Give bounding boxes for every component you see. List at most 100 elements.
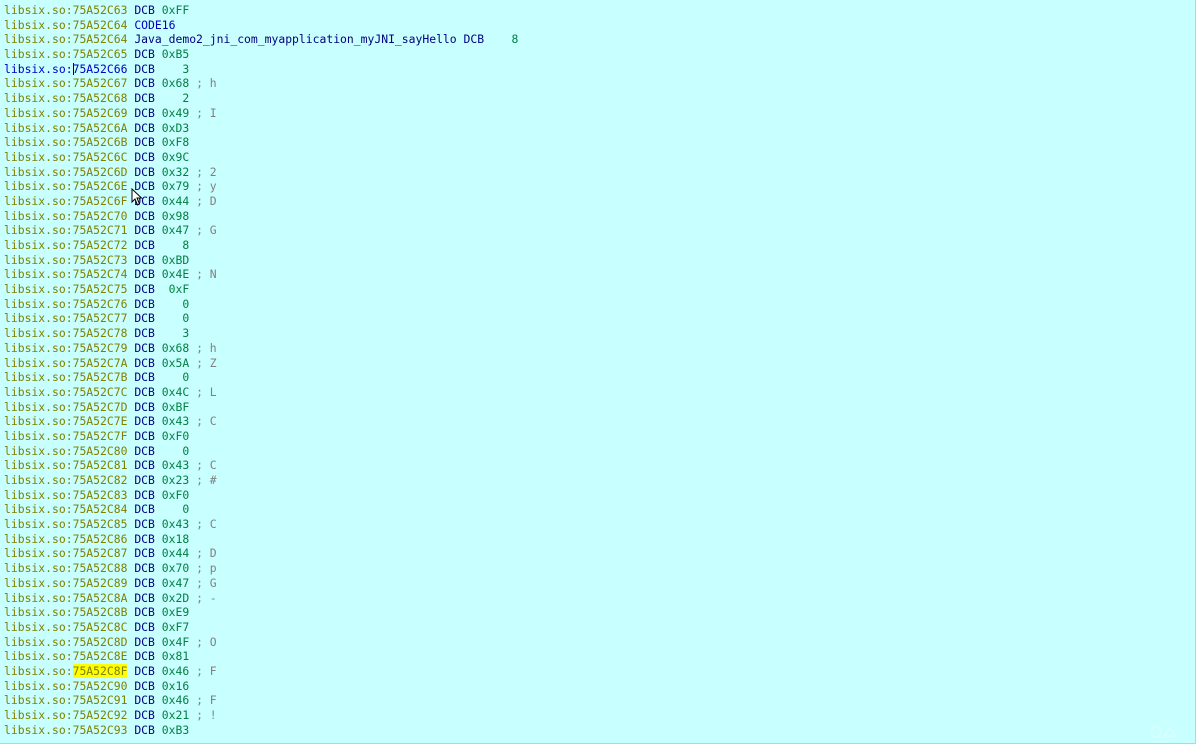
listing-line[interactable]: libsix.so:75A52C93 DCB 0xB3 [0, 723, 1195, 738]
address[interactable]: 75A52C82 [73, 473, 128, 487]
address[interactable]: 75A52C88 [73, 561, 128, 575]
address[interactable]: 75A52C90 [73, 679, 128, 693]
listing-line[interactable]: libsix.so:75A52C76 DCB 0 [0, 297, 1195, 312]
listing-line[interactable]: libsix.so:75A52C72 DCB 8 [0, 238, 1195, 253]
listing-line[interactable]: libsix.so:75A52C8A DCB 0x2D ; - [0, 591, 1195, 606]
address[interactable]: 75A52C6D [73, 165, 128, 179]
listing-line[interactable]: libsix.so:75A52C8C DCB 0xF7 [0, 620, 1195, 635]
listing-line[interactable]: libsix.so:75A52C89 DCB 0x47 ; G [0, 576, 1195, 591]
listing-line[interactable]: libsix.so:75A52C69 DCB 0x49 ; I [0, 106, 1195, 121]
address[interactable]: 75A52C89 [73, 576, 128, 590]
listing-line[interactable]: libsix.so:75A52C7A DCB 0x5A ; Z [0, 356, 1195, 371]
listing-line[interactable]: libsix.so:75A52C7F DCB 0xF0 [0, 429, 1195, 444]
listing-line[interactable]: libsix.so:75A52C91 DCB 0x46 ; F [0, 693, 1195, 708]
listing-line[interactable]: libsix.so:75A52C64 Java_demo2_jni_com_my… [0, 32, 1195, 47]
listing-line[interactable]: libsix.so:75A52C71 DCB 0x47 ; G [0, 223, 1195, 238]
listing-line[interactable]: libsix.so:75A52C64 CODE16 [0, 18, 1195, 33]
listing-line[interactable]: libsix.so:75A52C78 DCB 3 [0, 326, 1195, 341]
listing-line[interactable]: libsix.so:75A52C85 DCB 0x43 ; C [0, 517, 1195, 532]
listing-line[interactable]: libsix.so:75A52C87 DCB 0x44 ; D [0, 546, 1195, 561]
address[interactable]: 75A52C7C [73, 385, 128, 399]
listing-line[interactable]: libsix.so:75A52C6B DCB 0xF8 [0, 135, 1195, 150]
listing-line[interactable]: libsix.so:75A52C65 DCB 0xB5 [0, 47, 1195, 62]
address[interactable]: 75A52C6C [73, 150, 128, 164]
address[interactable]: 75A52C63 [73, 3, 128, 17]
address[interactable]: 75A52C6A [73, 121, 128, 135]
address[interactable]: 75A52C79 [73, 341, 128, 355]
address[interactable]: 75A52C85 [73, 517, 128, 531]
disassembly-listing[interactable]: libsix.so:75A52C63 DCB 0xFF libsix.so:75A… [0, 0, 1196, 744]
address[interactable]: 75A52C76 [73, 297, 128, 311]
listing-line[interactable]: libsix.so:75A52C75 DCB 0xF [0, 282, 1195, 297]
address[interactable]: 75A52C66 [73, 62, 128, 76]
address[interactable]: 75A52C8F [72, 663, 128, 678]
address[interactable]: 75A52C68 [73, 91, 128, 105]
function-label[interactable]: Java_demo2_jni_com_myapplication_myJNI_s… [134, 32, 456, 46]
address[interactable]: 75A52C7A [73, 356, 128, 370]
address[interactable]: 75A52C6B [73, 135, 128, 149]
listing-line[interactable]: libsix.so:75A52C83 DCB 0xF0 [0, 488, 1195, 503]
address[interactable]: 75A52C8C [73, 620, 128, 634]
address[interactable]: 75A52C87 [73, 546, 128, 560]
listing-line[interactable]: libsix.so:75A52C92 DCB 0x21 ; ! [0, 708, 1195, 723]
listing-line[interactable]: libsix.so:75A52C90 DCB 0x16 [0, 679, 1195, 694]
address[interactable]: 75A52C7D [73, 400, 128, 414]
listing-line[interactable]: libsix.so:75A52C7E DCB 0x43 ; C [0, 414, 1195, 429]
listing-line[interactable]: libsix.so:75A52C84 DCB 0 [0, 502, 1195, 517]
address[interactable]: 75A52C7F [73, 429, 128, 443]
listing-line[interactable]: libsix.so:75A52C74 DCB 0x4E ; N [0, 267, 1195, 282]
listing-line[interactable]: libsix.so:75A52C67 DCB 0x68 ; h [0, 76, 1195, 91]
address[interactable]: 75A52C67 [73, 76, 128, 90]
listing-line[interactable]: libsix.so:75A52C7B DCB 0 [0, 370, 1195, 385]
address[interactable]: 75A52C72 [73, 238, 128, 252]
address[interactable]: 75A52C8D [73, 635, 128, 649]
listing-line[interactable]: libsix.so:75A52C86 DCB 0x18 [0, 532, 1195, 547]
address[interactable]: 75A52C7B [73, 370, 128, 384]
listing-line[interactable]: libsix.so:75A52C68 DCB 2 [0, 91, 1195, 106]
address[interactable]: 75A52C77 [73, 311, 128, 325]
address[interactable]: 75A52C78 [73, 326, 128, 340]
address[interactable]: 75A52C70 [73, 209, 128, 223]
listing-line[interactable]: libsix.so:75A52C8F DCB 0x46 ; F [0, 663, 1195, 679]
address[interactable]: 75A52C75 [73, 282, 128, 296]
listing-line[interactable]: libsix.so:75A52C77 DCB 0 [0, 311, 1195, 326]
listing-line[interactable]: libsix.so:75A52C8E DCB 0x81 [0, 649, 1195, 664]
address[interactable]: 75A52C8B [73, 605, 128, 619]
listing-line[interactable]: libsix.so:75A52C8B DCB 0xE9 [0, 605, 1195, 620]
listing-line[interactable]: libsix.so:75A52C7C DCB 0x4C ; L [0, 385, 1195, 400]
address[interactable]: 75A52C92 [73, 708, 128, 722]
address[interactable]: 75A52C91 [73, 693, 128, 707]
address[interactable]: 75A52C71 [73, 223, 128, 237]
address[interactable]: 75A52C73 [73, 253, 128, 267]
listing-line[interactable]: libsix.so:75A52C8D DCB 0x4F ; O [0, 635, 1195, 650]
address[interactable]: 75A52C81 [73, 458, 128, 472]
listing-line[interactable]: libsix.so:75A52C7D DCB 0xBF [0, 400, 1195, 415]
listing-line[interactable]: libsix.so:75A52C82 DCB 0x23 ; # [0, 473, 1195, 488]
listing-line[interactable]: libsix.so:75A52C66 DCB 3 [0, 62, 1195, 77]
listing-line[interactable]: libsix.so:75A52C6C DCB 0x9C [0, 150, 1195, 165]
listing-line[interactable]: libsix.so:75A52C80 DCB 0 [0, 444, 1195, 459]
listing-line[interactable]: libsix.so:75A52C70 DCB 0x98 [0, 209, 1195, 224]
address[interactable]: 75A52C69 [73, 106, 128, 120]
listing-line[interactable]: libsix.so:75A52C6E DCB 0x79 ; y [0, 179, 1195, 194]
listing-line[interactable]: libsix.so:75A52C6D DCB 0x32 ; 2 [0, 165, 1195, 180]
address[interactable]: 75A52C86 [73, 532, 128, 546]
listing-line[interactable]: libsix.so:75A52C73 DCB 0xBD [0, 253, 1195, 268]
address[interactable]: 75A52C80 [73, 444, 128, 458]
listing-line[interactable]: libsix.so:75A52C79 DCB 0x68 ; h [0, 341, 1195, 356]
listing-line[interactable]: libsix.so:75A52C81 DCB 0x43 ; C [0, 458, 1195, 473]
address[interactable]: 75A52C74 [73, 267, 128, 281]
listing-line[interactable]: libsix.so:75A52C88 DCB 0x70 ; p [0, 561, 1195, 576]
address[interactable]: 75A52C6F [73, 194, 128, 208]
address[interactable]: 75A52C93 [73, 723, 128, 737]
address[interactable]: 75A52C7E [73, 414, 128, 428]
address[interactable]: 75A52C8A [73, 591, 128, 605]
address[interactable]: 75A52C64 [73, 32, 128, 46]
listing-line[interactable]: libsix.so:75A52C6A DCB 0xD3 [0, 121, 1195, 136]
address[interactable]: 75A52C83 [73, 488, 128, 502]
address[interactable]: 75A52C8E [73, 649, 128, 663]
address[interactable]: 75A52C64 [73, 18, 128, 32]
address[interactable]: 75A52C6E [73, 179, 128, 193]
listing-line[interactable]: libsix.so:75A52C6F DCB 0x44 ; D [0, 194, 1195, 209]
address[interactable]: 75A52C84 [73, 502, 128, 516]
